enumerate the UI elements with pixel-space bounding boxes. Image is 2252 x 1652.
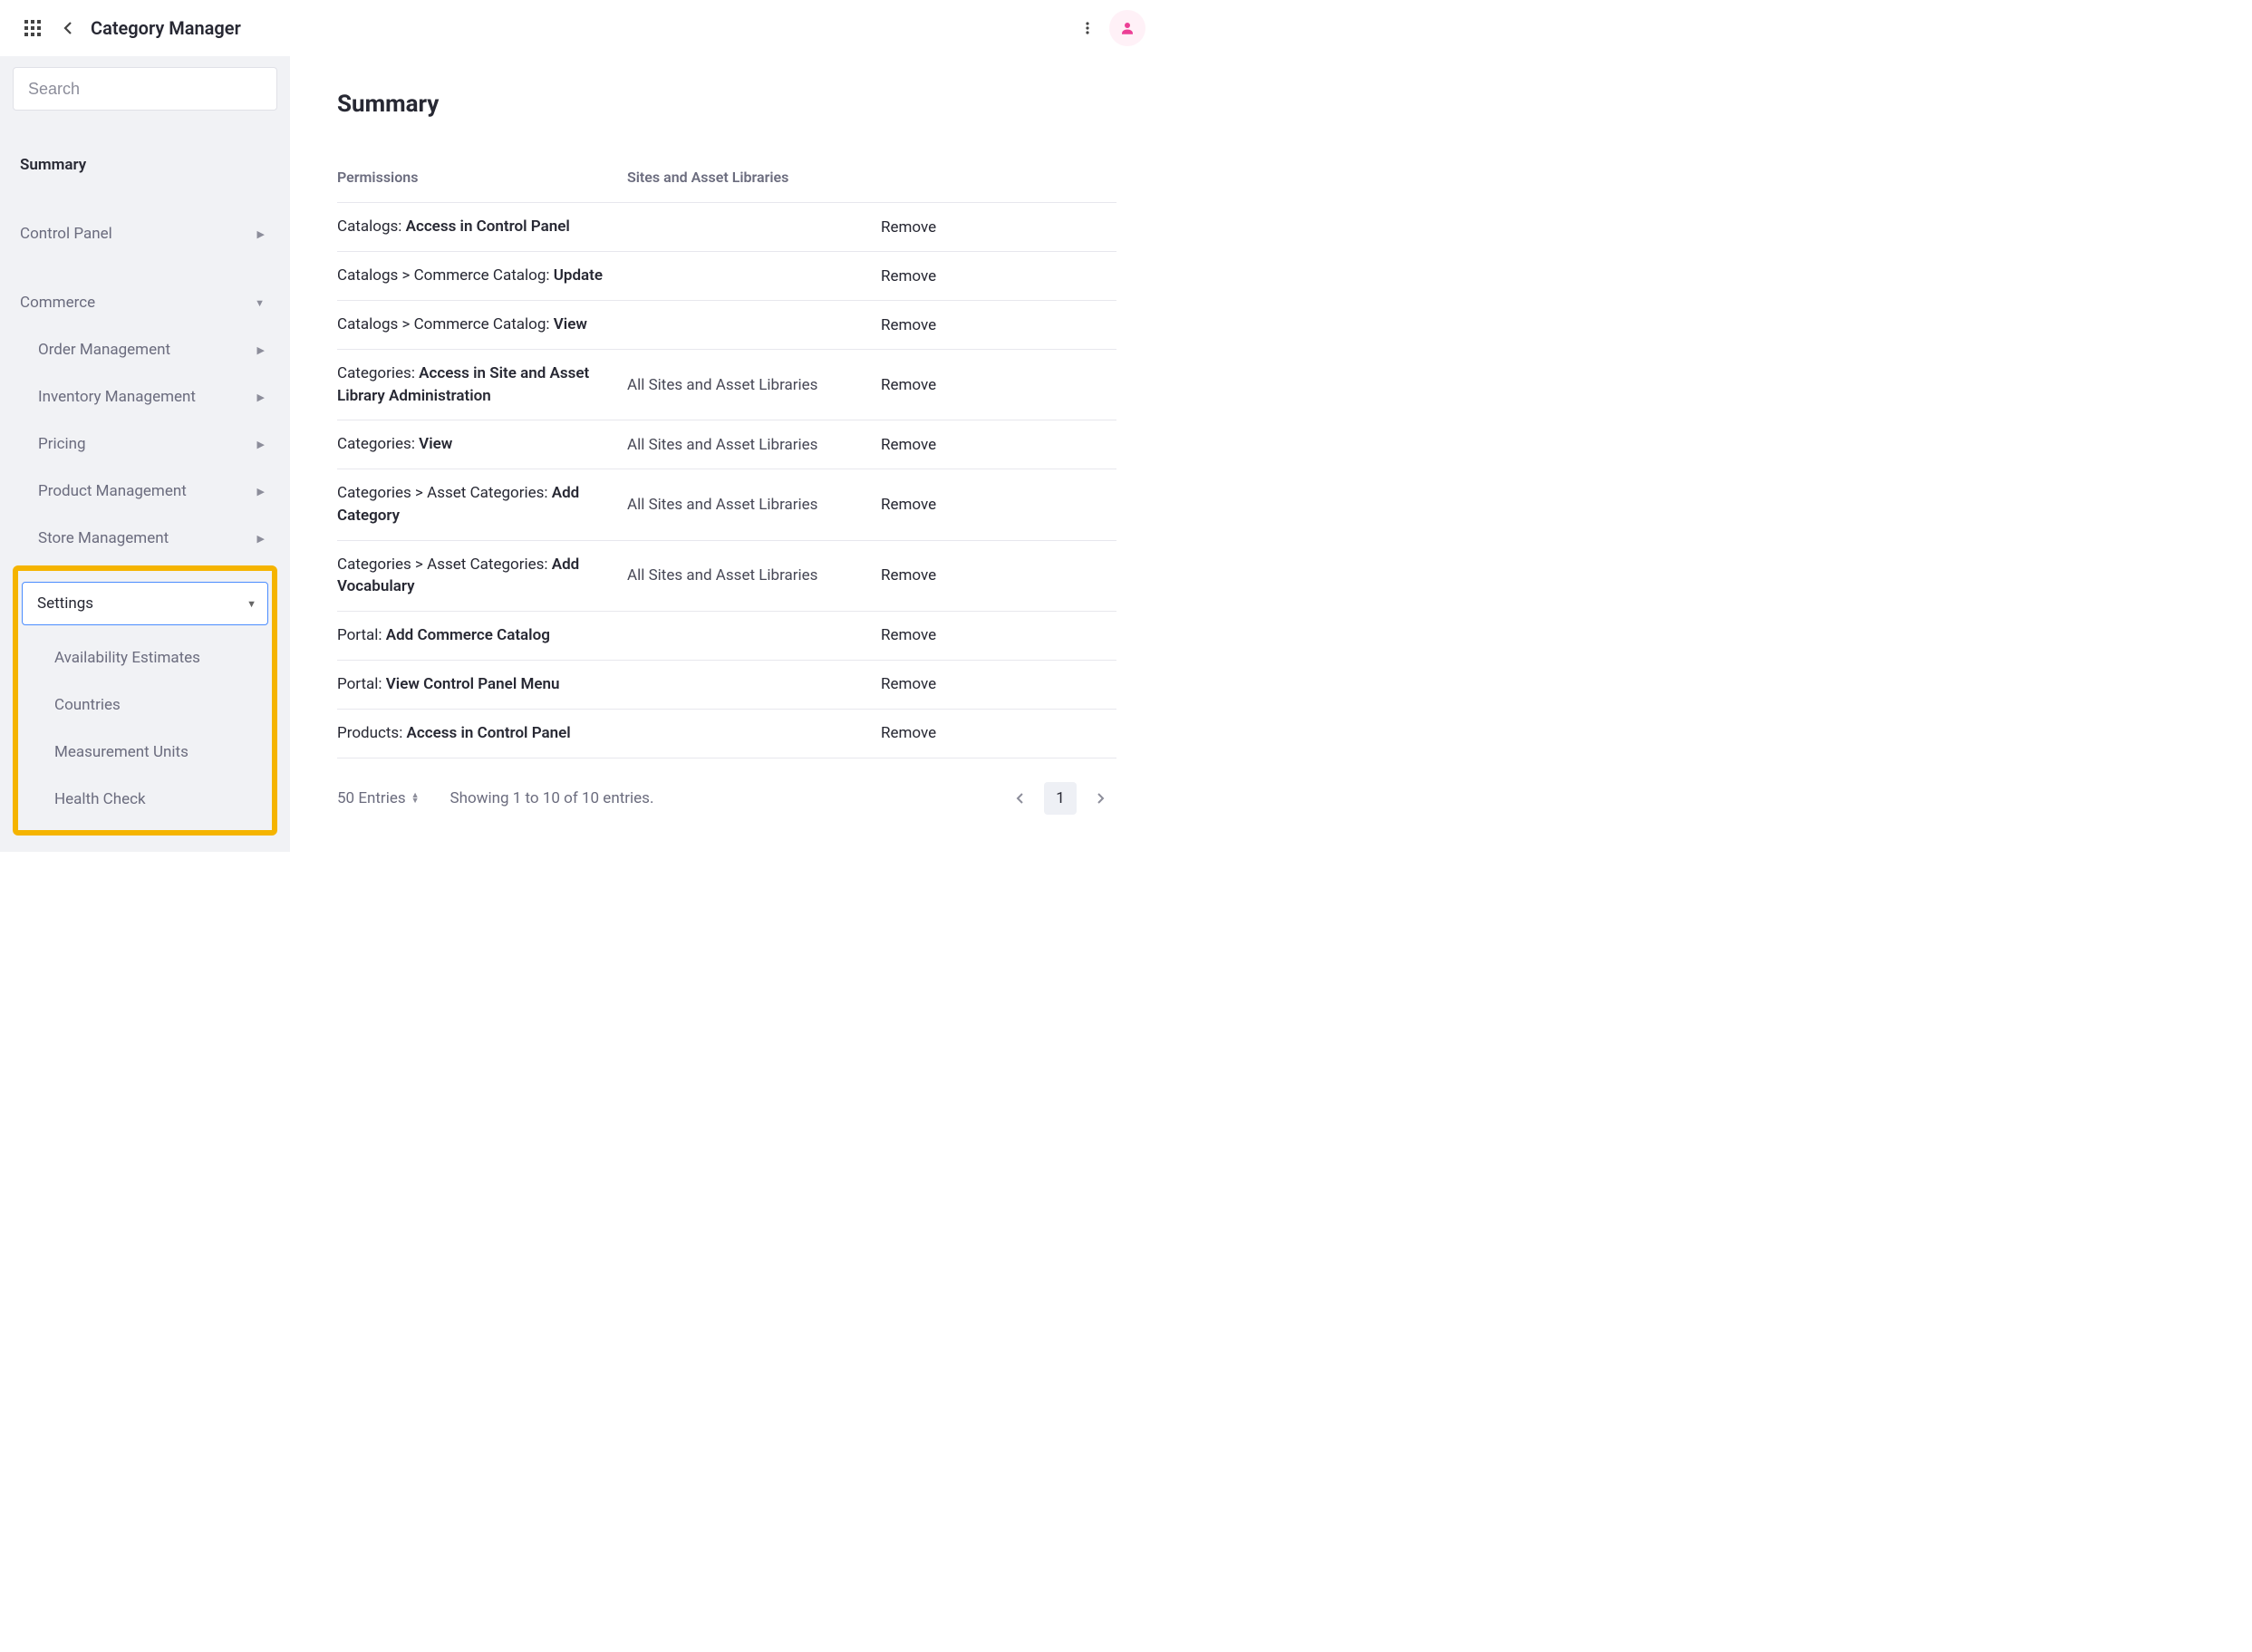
table-row: Products: Access in Control Panel Remove bbox=[337, 710, 1116, 758]
permission-cell: Products: Access in Control Panel bbox=[337, 722, 627, 745]
permission-cell: Categories > Asset Categories: Add Vocab… bbox=[337, 554, 627, 598]
sidebar-item-label: Measurement Units bbox=[54, 743, 188, 761]
sidebar-item-label: Countries bbox=[54, 696, 121, 714]
permission-cell: Catalogs > Commerce Catalog: View bbox=[337, 314, 627, 336]
permission-cell: Categories > Asset Categories: Add Categ… bbox=[337, 482, 627, 527]
remove-link[interactable]: Remove bbox=[881, 436, 1116, 454]
prev-page-button[interactable] bbox=[1004, 782, 1037, 815]
sidebar-item-settings[interactable]: Settings ▼ bbox=[22, 582, 268, 625]
table-row: Catalogs > Commerce Catalog: View Remove bbox=[337, 301, 1116, 350]
table-row: Categories: Access in Site and Asset Lib… bbox=[337, 350, 1116, 420]
sidebar-item-commerce[interactable]: Commerce ▼ bbox=[13, 279, 277, 326]
sidebar-item-inventory-management[interactable]: Inventory Management ▶ bbox=[13, 373, 277, 420]
summary-card: Summary Permissions Sites and Asset Libr… bbox=[312, 65, 1147, 852]
sidebar-item-label: Control Panel bbox=[20, 225, 112, 243]
permission-cell: Categories: View bbox=[337, 433, 627, 456]
remove-link[interactable]: Remove bbox=[881, 626, 1116, 644]
remove-link[interactable]: Remove bbox=[881, 376, 1116, 394]
sidebar-item-control-panel[interactable]: Control Panel ▶ bbox=[13, 210, 277, 257]
chevron-right-icon: ▶ bbox=[257, 533, 265, 545]
col-permissions: Permissions bbox=[337, 169, 627, 186]
permission-cell: Catalogs > Commerce Catalog: Update bbox=[337, 265, 627, 287]
scope-cell: All Sites and Asset Libraries bbox=[627, 436, 881, 454]
remove-link[interactable]: Remove bbox=[881, 316, 1116, 334]
card-title: Summary bbox=[337, 91, 1122, 118]
table-footer: 50 Entries ▲▼ Showing 1 to 10 of 10 entr… bbox=[337, 758, 1116, 815]
remove-link[interactable]: Remove bbox=[881, 724, 1116, 742]
chevron-right-icon: ▶ bbox=[257, 439, 265, 450]
sidebar-item-label: Store Management bbox=[38, 529, 169, 547]
permission-cell: Categories: Access in Site and Asset Lib… bbox=[337, 362, 627, 407]
chevron-down-icon: ▼ bbox=[255, 297, 265, 309]
sidebar-item-store-management[interactable]: Store Management ▶ bbox=[13, 515, 277, 562]
remove-link[interactable]: Remove bbox=[881, 218, 1116, 237]
chevron-right-icon: ▶ bbox=[257, 391, 265, 403]
next-page-button[interactable] bbox=[1084, 782, 1116, 815]
scope-cell: All Sites and Asset Libraries bbox=[627, 496, 881, 514]
chevron-down-icon: ▼ bbox=[246, 598, 256, 610]
table-header: Permissions Sites and Asset Libraries bbox=[337, 169, 1116, 203]
remove-link[interactable]: Remove bbox=[881, 267, 1116, 285]
page-size-selector[interactable]: 50 Entries ▲▼ bbox=[337, 789, 420, 807]
remove-link[interactable]: Remove bbox=[881, 566, 1116, 584]
sidebar-item-label: Commerce bbox=[20, 294, 95, 312]
sidebar-item-measurement-units[interactable]: Measurement Units bbox=[22, 729, 268, 776]
sidebar-item-label: Health Check bbox=[54, 790, 146, 808]
sidebar-item-countries[interactable]: Countries bbox=[22, 681, 268, 729]
sidebar-item-label: Summary bbox=[20, 156, 86, 174]
kebab-menu-icon[interactable] bbox=[1069, 10, 1106, 46]
back-button[interactable] bbox=[51, 10, 87, 46]
scope-cell: All Sites and Asset Libraries bbox=[627, 376, 881, 394]
chevron-right-icon: ▶ bbox=[257, 228, 265, 240]
permissions-table: Permissions Sites and Asset Libraries Ca… bbox=[337, 169, 1116, 815]
highlighted-section: Settings ▼ Availability Estimates Countr… bbox=[13, 565, 277, 836]
chevron-right-icon: ▶ bbox=[257, 486, 265, 498]
sort-icon: ▲▼ bbox=[411, 793, 420, 804]
permission-cell: Portal: View Control Panel Menu bbox=[337, 673, 627, 696]
main-panel: Summary Permissions Sites and Asset Libr… bbox=[290, 56, 1160, 852]
sidebar-item-label: Inventory Management bbox=[38, 388, 196, 406]
permission-cell: Portal: Add Commerce Catalog bbox=[337, 624, 627, 647]
table-row: Portal: Add Commerce Catalog Remove bbox=[337, 612, 1116, 661]
table-row: Categories: ViewAll Sites and Asset Libr… bbox=[337, 420, 1116, 469]
sidebar-item-summary[interactable]: Summary bbox=[13, 141, 277, 188]
table-row: Portal: View Control Panel Menu Remove bbox=[337, 661, 1116, 710]
sidebar-item-availability-estimates[interactable]: Availability Estimates bbox=[22, 634, 268, 681]
search-input[interactable] bbox=[26, 79, 264, 100]
col-scope: Sites and Asset Libraries bbox=[627, 169, 881, 186]
sidebar-item-pricing[interactable]: Pricing ▶ bbox=[13, 420, 277, 468]
remove-link[interactable]: Remove bbox=[881, 675, 1116, 693]
table-row: Catalogs > Commerce Catalog: Update Remov… bbox=[337, 252, 1116, 301]
search-input-wrapper[interactable] bbox=[13, 67, 277, 111]
sidebar-item-label: Settings bbox=[37, 594, 93, 613]
sidebar-item-label: Order Management bbox=[38, 341, 170, 359]
remove-link[interactable]: Remove bbox=[881, 496, 1116, 514]
sidebar-item-label: Availability Estimates bbox=[54, 649, 200, 667]
sidebar-item-order-management[interactable]: Order Management ▶ bbox=[13, 326, 277, 373]
sidebar-item-label: Product Management bbox=[38, 482, 187, 500]
scope-cell: All Sites and Asset Libraries bbox=[627, 566, 881, 584]
apps-grid-icon[interactable] bbox=[14, 10, 51, 46]
current-page[interactable]: 1 bbox=[1044, 782, 1077, 815]
page-title: Category Manager bbox=[91, 17, 241, 39]
sidebar-item-label: Pricing bbox=[38, 435, 86, 453]
chevron-right-icon: ▶ bbox=[257, 344, 265, 356]
table-row: Categories > Asset Categories: Add Vocab… bbox=[337, 541, 1116, 612]
table-row: Categories > Asset Categories: Add Categ… bbox=[337, 469, 1116, 540]
showing-label: Showing 1 to 10 of 10 entries. bbox=[450, 789, 654, 807]
sidebar: Summary Control Panel ▶ Commerce ▼ Order… bbox=[0, 56, 290, 852]
user-avatar[interactable] bbox=[1109, 10, 1145, 46]
sidebar-item-applications-menu[interactable]: Applications Menu ▼ bbox=[13, 839, 277, 852]
sidebar-item-health-check[interactable]: Health Check bbox=[22, 776, 268, 823]
table-row: Catalogs: Access in Control Panel Remove bbox=[337, 203, 1116, 252]
app-header: Category Manager bbox=[0, 0, 1160, 56]
permission-cell: Catalogs: Access in Control Panel bbox=[337, 216, 627, 238]
entries-label: 50 Entries bbox=[337, 789, 406, 807]
sidebar-item-product-management[interactable]: Product Management ▶ bbox=[13, 468, 277, 515]
pager: 1 bbox=[1004, 782, 1116, 815]
